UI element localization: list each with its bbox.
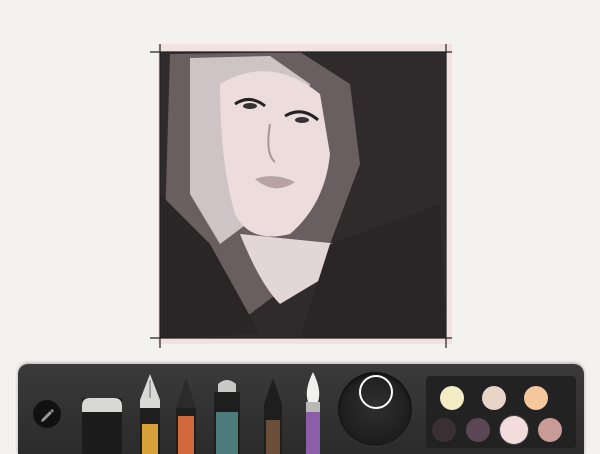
color-palette: [426, 376, 576, 448]
sketch-artwork: [150, 44, 452, 348]
outline-pen-tool[interactable]: [262, 378, 284, 454]
color-swatch-3[interactable]: [524, 386, 548, 410]
marker-tool[interactable]: [210, 378, 244, 454]
color-swatch-4[interactable]: [432, 418, 456, 442]
color-swatch-7[interactable]: [538, 418, 562, 442]
fountain-pen-icon: [140, 374, 160, 454]
tool-tray: [18, 364, 584, 454]
color-swatch-1[interactable]: [440, 386, 464, 410]
fountain-pen-tool[interactable]: [136, 374, 164, 454]
color-mixer-icon: [359, 375, 393, 409]
pen-icon: [264, 378, 282, 454]
brush-tool[interactable]: [302, 372, 324, 454]
eraser-icon: [82, 398, 122, 454]
color-swatch-5[interactable]: [466, 418, 490, 442]
color-swatch-6[interactable]: [500, 416, 528, 444]
pencil-tool[interactable]: [174, 378, 198, 454]
brush-icon: [306, 372, 320, 454]
eraser-tool[interactable]: [80, 392, 124, 454]
marker-icon: [214, 380, 240, 454]
color-mixer-dial[interactable]: [338, 372, 412, 446]
portrait-sketch: [150, 44, 452, 348]
pencil-icon[interactable]: [33, 400, 61, 428]
pencil-tool-icon: [176, 378, 196, 454]
color-swatch-2[interactable]: [482, 386, 506, 410]
